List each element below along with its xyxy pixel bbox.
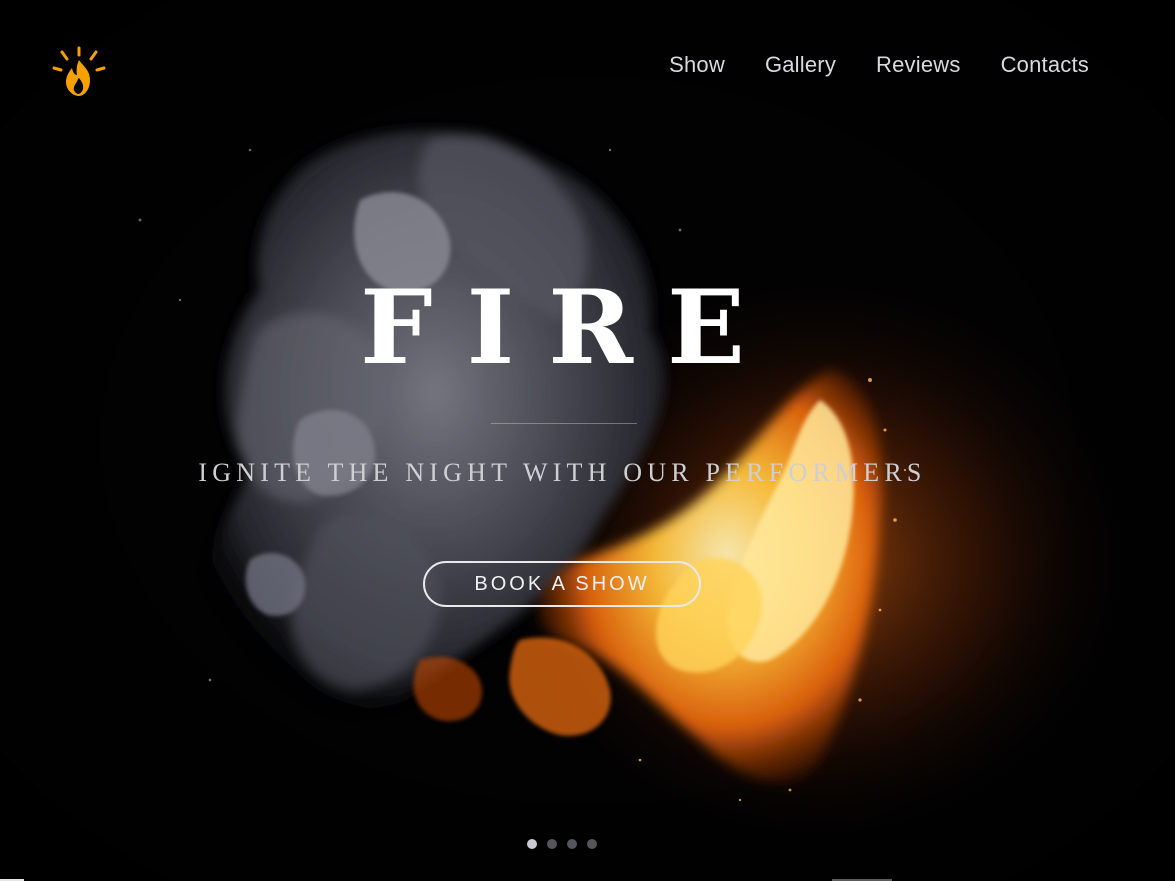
hero-subtitle: IGNITE THE NIGHT WITH OUR PERFORMERS [198, 458, 927, 487]
hero-background-art [0, 0, 1175, 881]
slider-dot-1[interactable] [527, 839, 537, 849]
fire-icon [52, 46, 106, 96]
main-navigation: Show Gallery Reviews Contacts [669, 52, 1089, 78]
hero-section: Show Gallery Reviews Contacts FIRE IGNIT… [0, 0, 1175, 881]
nav-link-contacts[interactable]: Contacts [1001, 52, 1089, 78]
hero-title: FIRE [360, 268, 779, 388]
logo[interactable] [50, 46, 108, 102]
nav-link-gallery[interactable]: Gallery [765, 52, 836, 78]
slider-pagination [527, 839, 597, 849]
nav-link-show[interactable]: Show [669, 52, 725, 78]
slider-dot-3[interactable] [567, 839, 577, 849]
title-divider [491, 423, 637, 424]
nav-link-reviews[interactable]: Reviews [876, 52, 961, 78]
book-a-show-button[interactable]: BOOK A SHOW [423, 561, 701, 607]
slider-dot-2[interactable] [547, 839, 557, 849]
slider-dot-4[interactable] [587, 839, 597, 849]
